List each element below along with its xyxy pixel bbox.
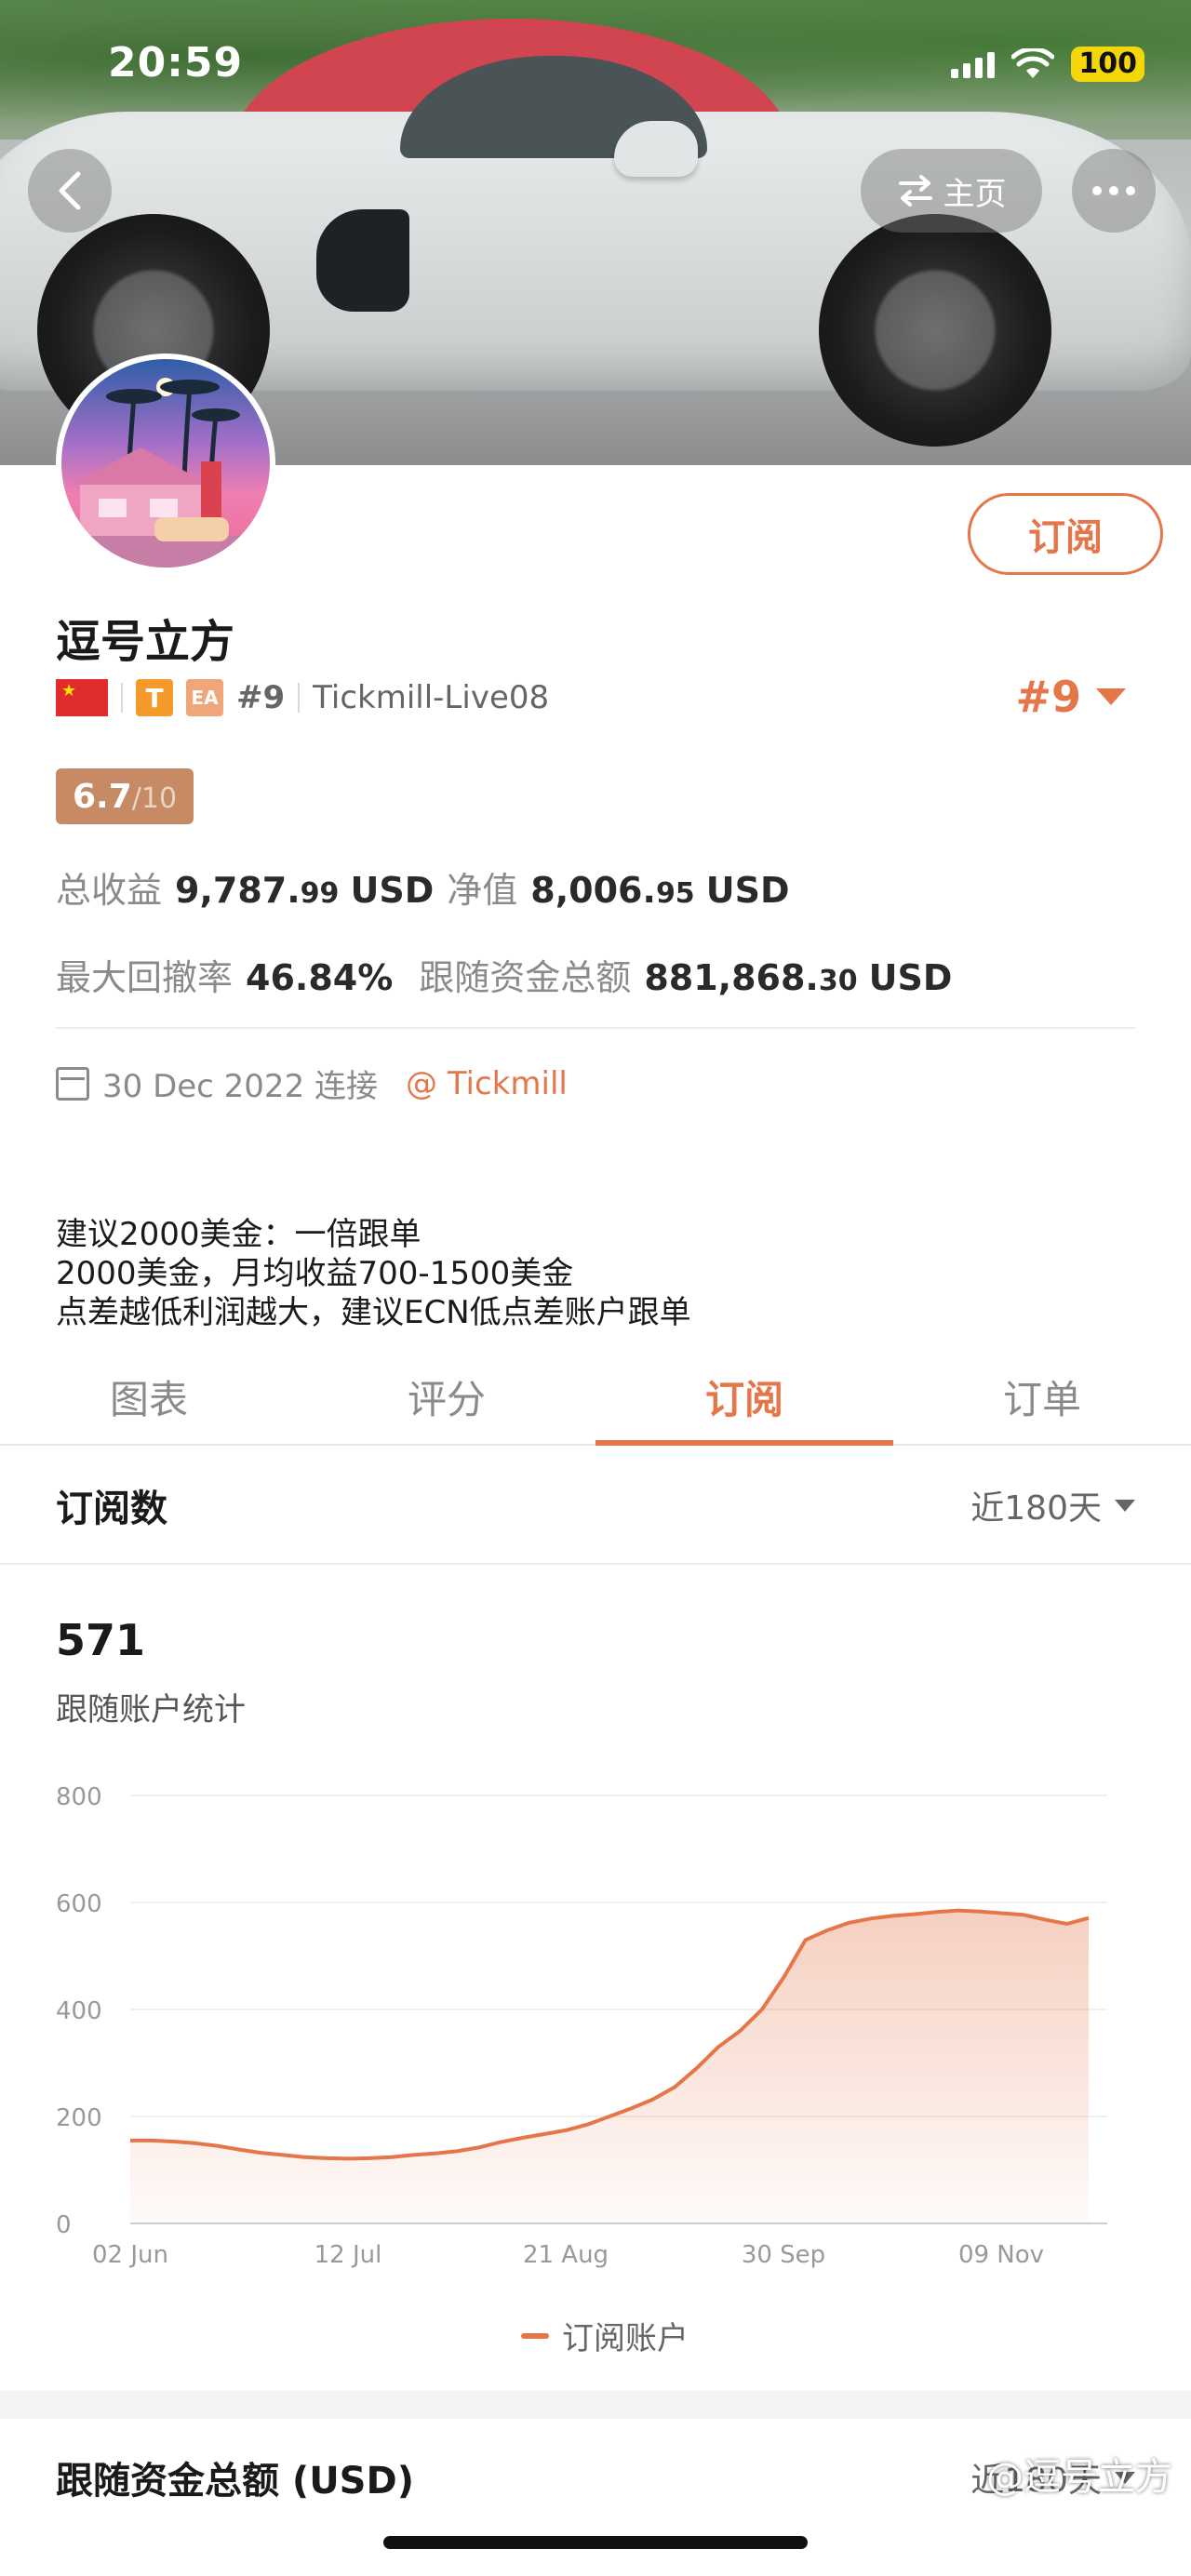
caret-down-icon xyxy=(1096,688,1126,705)
score-value: 6.7 xyxy=(72,778,132,816)
score-badge: 6.7 /10 xyxy=(56,768,194,824)
equity-label: 净值 xyxy=(447,870,518,911)
subscriptions-chart: 0 200 400 600 800 02 Jun 12 Jul 21 Aug 30 Sep 09 … xyxy=(56,1783,1107,2269)
legend-swatch xyxy=(521,2332,549,2339)
rank-label: #9 xyxy=(236,679,286,716)
y-tick-label: 200 xyxy=(56,2104,102,2132)
period-dropdown[interactable]: 近180天 xyxy=(970,1481,1135,1529)
status-time: 20:59 xyxy=(108,39,244,87)
description-line: 2000美金，月均收益700-1500美金 xyxy=(56,1255,574,1292)
score-denominator: /10 xyxy=(131,782,178,815)
y-tick-label: 400 xyxy=(56,1997,102,2025)
divider xyxy=(121,683,123,713)
description-line: 建议2000美金：一倍跟单 xyxy=(56,1216,422,1253)
x-tick-label: 09 Nov xyxy=(958,2241,1044,2269)
period-label: 近180天 xyxy=(970,1489,1102,1528)
divider xyxy=(298,683,301,713)
total-profit-value: 9,787.99 USD xyxy=(175,870,435,911)
tab-bar: 图表 评分 订阅 订单 xyxy=(0,1349,1191,1446)
stats-row-1: 总收益 9,787.99 USD 净值 8,006.95 USD xyxy=(56,861,790,913)
avatar[interactable] xyxy=(56,354,275,573)
total-profit-label: 总收益 xyxy=(56,870,163,911)
x-tick-label: 21 Aug xyxy=(523,2241,609,2269)
battery-icon: 100 xyxy=(1071,47,1144,82)
badge-row: T EA #9 Tickmill-Live08 xyxy=(56,677,549,718)
status-icons: 100 xyxy=(951,47,1144,82)
tab-orders[interactable]: 订单 xyxy=(893,1349,1191,1444)
signal-icon xyxy=(951,50,996,78)
more-icon xyxy=(1092,186,1135,195)
trader-name: 逗号立方 xyxy=(56,616,235,668)
funds-title: 跟随资金总额 (USD) xyxy=(56,2460,414,2503)
x-tick-label: 02 Jun xyxy=(92,2241,168,2269)
y-tick-label: 800 xyxy=(56,1783,102,1811)
more-button[interactable] xyxy=(1072,149,1156,233)
car-vent xyxy=(316,209,409,312)
description-line: 点差越低利润越大，建议ECN低点差账户跟单 xyxy=(56,1294,691,1331)
home-switch-button[interactable]: 主页 xyxy=(861,149,1042,233)
subscriptions-title: 订阅数 xyxy=(56,1488,167,1530)
tab-rating[interactable]: 评分 xyxy=(298,1349,596,1444)
connect-date: 30 Dec 2022 连接 xyxy=(102,1068,379,1105)
broker-link[interactable]: @ Tickmill xyxy=(406,1065,568,1102)
china-flag-icon xyxy=(56,679,108,716)
series-area xyxy=(130,1910,1089,2223)
legend-label: 订阅账户 xyxy=(562,2320,689,2357)
avatar-image xyxy=(61,378,270,567)
subscribe-button[interactable]: 订阅 xyxy=(968,493,1163,575)
back-button[interactable] xyxy=(28,149,112,233)
caret-down-icon xyxy=(1115,1499,1135,1512)
tag-t-badge: T xyxy=(136,679,173,716)
wifi-icon xyxy=(1011,48,1055,78)
tab-subscribe[interactable]: 订阅 xyxy=(596,1349,893,1446)
max-drawdown-value: 46.84% xyxy=(246,957,394,998)
home-indicator[interactable] xyxy=(383,2536,808,2549)
calendar-icon xyxy=(56,1066,89,1101)
rank-dropdown[interactable]: #9 xyxy=(1015,672,1126,722)
rank-value: #9 xyxy=(1015,672,1081,722)
follow-funds-value: 881,868.30 USD xyxy=(644,957,953,998)
home-label: 主页 xyxy=(943,175,1007,213)
strategy-description: 建议2000美金：一倍跟单 2000美金，月均收益700-1500美金 点差越低… xyxy=(56,1215,691,1332)
car-mirror xyxy=(614,121,698,177)
section-gap xyxy=(0,2391,1191,2419)
x-tick-label: 30 Sep xyxy=(742,2241,825,2269)
subscription-sublabel: 跟随账户统计 xyxy=(56,1691,246,1728)
chart-legend: 订阅账户 xyxy=(521,2313,689,2358)
subscription-count: 571 xyxy=(56,1615,146,1665)
subscriptions-header: 订阅数 近180天 xyxy=(0,1448,1191,1565)
stats-row-2: 最大回撤率 46.84% 跟随资金总额 881,868.30 USD xyxy=(56,949,952,1000)
server-name: Tickmill-Live08 xyxy=(313,679,550,716)
swap-icon xyxy=(898,175,932,207)
watermark: @逗号立方 xyxy=(986,2456,1172,2499)
car-wheel-rear xyxy=(819,214,1051,447)
tag-ea-badge: EA xyxy=(186,679,223,716)
equity-value: 8,006.95 USD xyxy=(530,870,790,911)
follow-funds-label: 跟随资金总额 xyxy=(419,957,632,998)
y-tick-label: 0 xyxy=(56,2211,72,2239)
tab-chart[interactable]: 图表 xyxy=(0,1349,298,1444)
connect-info: 30 Dec 2022 连接 @ Tickmill xyxy=(56,1061,568,1106)
divider xyxy=(56,1027,1135,1029)
x-tick-label: 12 Jul xyxy=(314,2241,382,2269)
chevron-left-icon xyxy=(59,171,81,210)
max-drawdown-label: 最大回撤率 xyxy=(56,957,234,998)
y-tick-label: 600 xyxy=(56,1890,102,1918)
